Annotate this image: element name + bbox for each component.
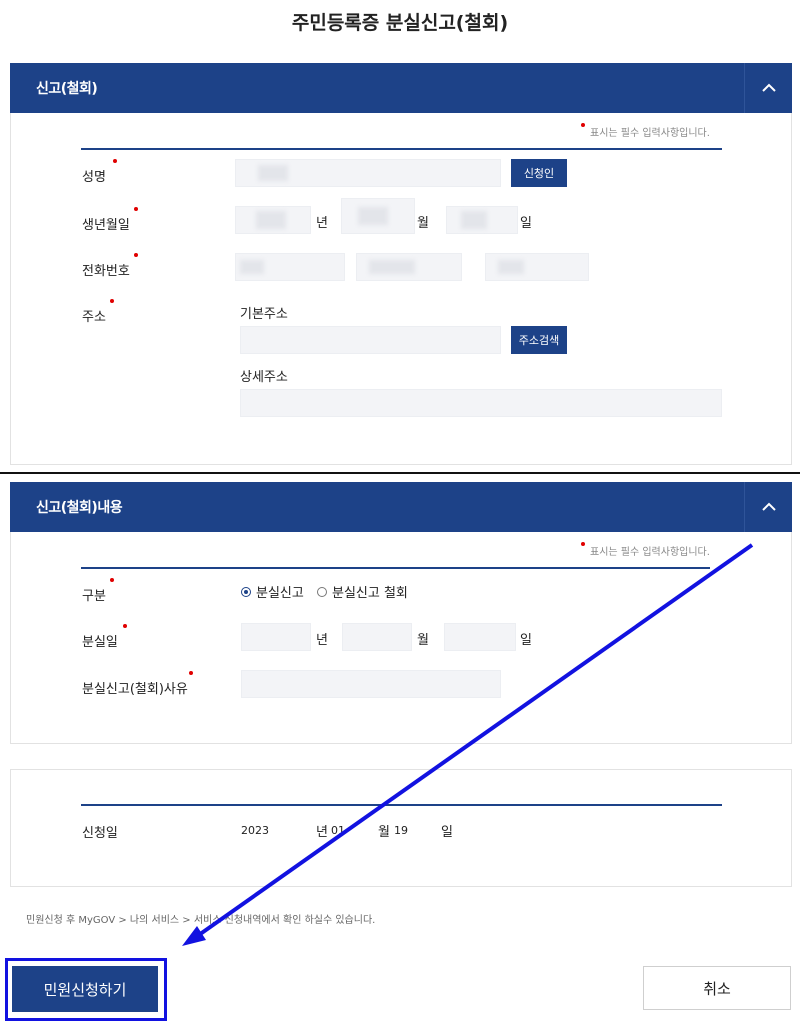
unit-year: 년 [316, 825, 328, 840]
required-marker [113, 159, 117, 163]
unit-day: 일 [520, 216, 532, 231]
application-year-value: 2023 [241, 824, 269, 837]
birth-year-field[interactable] [235, 206, 311, 234]
chevron-up-icon [761, 502, 776, 511]
unit-year: 년 [316, 633, 328, 648]
page-title: 주민등록증 분실신고(철회) [291, 12, 509, 34]
unit-month: 월 [378, 825, 390, 840]
radio-label: 분실신고 철회 [332, 586, 408, 601]
radio-lost-report[interactable]: 분실신고 [241, 582, 304, 601]
required-marker [189, 671, 193, 675]
unit-month: 월 [417, 216, 429, 231]
birth-label: 생년월일 [82, 218, 130, 233]
detail-address-field[interactable] [240, 389, 722, 417]
basic-address-label: 기본주소 [240, 307, 288, 322]
unit-day: 일 [520, 633, 532, 648]
name-label: 성명 [82, 170, 106, 185]
phone-field-2[interactable] [356, 253, 462, 281]
required-note: 표시는 필수 입력사항입니다. [590, 128, 710, 139]
required-marker [134, 207, 138, 211]
section-title: 신고(철회) [36, 81, 98, 97]
reason-label: 분실신고(철회)사유 [82, 682, 188, 697]
unit-year: 년 [316, 216, 328, 231]
collapse-toggle-button[interactable] [744, 63, 792, 113]
radio-lost-report-withdraw[interactable]: 분실신고 철회 [317, 582, 408, 601]
section-header-report: 신고(철회) [10, 63, 792, 113]
reason-field[interactable] [241, 670, 501, 698]
address-search-button[interactable]: 주소검색 [511, 326, 567, 354]
section-rule [81, 148, 722, 150]
required-marker [110, 578, 114, 582]
detail-address-label: 상세주소 [240, 370, 288, 385]
category-label: 구분 [82, 589, 106, 604]
lost-month-field[interactable] [342, 623, 412, 651]
highlight-box [5, 958, 167, 1021]
application-date-label: 신청일 [82, 826, 118, 841]
section-body-content: 표시는 필수 입력사항입니다. 구분 분실신고 분실신고 철회 분실일 년 월 … [10, 532, 792, 744]
section-title: 신고(철회)내용 [36, 500, 123, 516]
section-body-application-date: 신청일 2023 년 01 월 19 일 [10, 769, 792, 887]
section-header-content: 신고(철회)내용 [10, 482, 792, 532]
cancel-button[interactable]: 취소 [643, 966, 791, 1010]
basic-address-field[interactable] [240, 326, 501, 354]
birth-day-field[interactable] [446, 206, 518, 234]
section-rule [81, 804, 722, 806]
required-marker [134, 253, 138, 257]
redacted-value [358, 207, 388, 225]
radio-selected-icon [241, 586, 251, 597]
required-marker [123, 624, 127, 628]
redacted-value [461, 211, 487, 229]
unit-day: 일 [441, 825, 453, 840]
phone-field-1[interactable] [235, 253, 345, 281]
lost-date-label: 분실일 [82, 635, 118, 650]
required-marker [581, 123, 585, 127]
required-marker [581, 542, 585, 546]
unit-month: 월 [417, 633, 429, 648]
lost-year-field[interactable] [241, 623, 311, 651]
redacted-value [256, 211, 286, 229]
application-month-value: 01 [331, 824, 345, 837]
section-divider [0, 472, 800, 474]
section-body-report: 표시는 필수 입력사항입니다. 성명 신청인 생년월일 년 월 일 전화번호 주… [10, 113, 792, 465]
radio-unselected-icon [317, 586, 327, 597]
redacted-value [258, 165, 288, 181]
redacted-value [369, 260, 415, 274]
name-field[interactable] [235, 159, 501, 187]
radio-label: 분실신고 [256, 586, 304, 601]
phone-field-3[interactable] [485, 253, 589, 281]
birth-month-field[interactable] [341, 198, 415, 234]
chevron-up-icon [761, 83, 776, 92]
lost-day-field[interactable] [444, 623, 516, 651]
redacted-value [240, 260, 264, 274]
footnote: 민원신청 후 MyGOV > 나의 서비스 > 서비스 신청내역에서 확인 하실… [26, 915, 376, 926]
section-rule [81, 567, 710, 569]
phone-label: 전화번호 [82, 264, 130, 279]
redacted-value [498, 260, 524, 274]
application-day-value: 19 [394, 824, 408, 837]
applicant-button[interactable]: 신청인 [511, 159, 567, 187]
required-note: 표시는 필수 입력사항입니다. [590, 547, 710, 558]
address-label: 주소 [82, 310, 106, 325]
collapse-toggle-button[interactable] [744, 482, 792, 532]
required-marker [110, 299, 114, 303]
